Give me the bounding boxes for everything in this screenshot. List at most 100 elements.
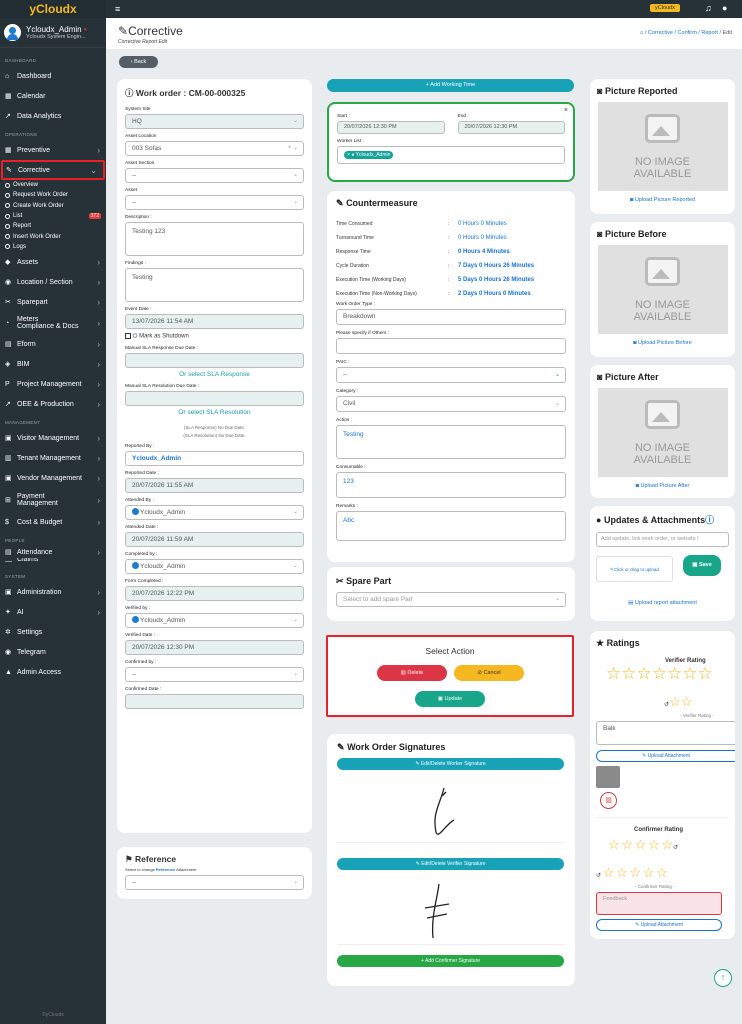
sub-item-overview[interactable]: Overview (0, 180, 106, 190)
star-outline-icon[interactable]: ☆ (635, 837, 647, 852)
ycloudx-badge[interactable]: yCloudx (650, 4, 680, 12)
star-outline-icon[interactable]: ☆ (629, 865, 641, 880)
verifier-stars-secondary[interactable]: ↺☆☆ (664, 694, 692, 710)
star-outline-icon[interactable]: ☆ (616, 865, 628, 880)
verified-date-input[interactable]: 20/07/2026 12:30 PM (125, 639, 304, 655)
reset-icon[interactable]: ↺ (596, 873, 601, 879)
star-outline-icon[interactable]: ☆ (652, 664, 667, 683)
sub-item-logs[interactable]: Logs (0, 242, 106, 252)
sidebar-item-tenant[interactable]: ▥ Tenant Management › (0, 448, 106, 468)
breadcrumb-report[interactable]: Report (701, 30, 718, 36)
remarks-textarea[interactable]: Abc (336, 511, 566, 541)
sidebar-item-claims[interactable]: — Claims (0, 558, 106, 564)
star-outline-icon[interactable]: ☆ (667, 664, 682, 683)
breadcrumb-corrective[interactable]: Corrective (648, 30, 673, 36)
findings-textarea[interactable]: Testing (125, 268, 304, 302)
asset-location-select[interactable]: 003 Sofas × ⌄ (125, 141, 304, 156)
sidebar-item-location[interactable]: ◉ Location / Section › (0, 272, 106, 292)
sidebar-item-visitor[interactable]: ▣ Visitor Management › (0, 428, 106, 448)
upload-report-attachment-link[interactable]: ▤ Upload report attachment (590, 600, 735, 606)
feedback-input[interactable]: Feedback (596, 892, 722, 915)
delete-attachment-button[interactable]: ▥ (600, 792, 617, 809)
update-button[interactable]: ▣ Update (415, 691, 485, 707)
sla-resolution-link[interactable]: Or select SLA Resolution (125, 409, 304, 416)
description-textarea[interactable]: Testing 123 (125, 222, 304, 256)
scroll-to-top-button[interactable]: ↑ (714, 969, 732, 987)
start-input[interactable]: 20/07/2026 12:30 PM (337, 121, 445, 134)
star-outline-icon[interactable]: ☆ (621, 837, 633, 852)
star-outline-icon[interactable]: ☆ (681, 694, 693, 709)
verifier-stars[interactable]: ☆☆☆☆☆☆☆ (606, 664, 713, 684)
add-confirmer-signature-button[interactable]: + Add Confirmer Signature (337, 955, 564, 967)
end-input[interactable]: 20/07/2026 12:30 PM (457, 121, 565, 134)
sidebar-item-settings[interactable]: ✲ Settings (0, 622, 106, 642)
upload-picture-after-link[interactable]: ◙ Upload Picture After (597, 483, 728, 489)
sidebar-item-data-analytics[interactable]: ↗ Data Analytics (0, 106, 106, 126)
wo-type-input[interactable]: Breakdown (336, 309, 566, 325)
sidebar-item-dashboard[interactable]: ⌂ Dashboard (0, 66, 106, 86)
consumable-textarea[interactable]: 123 (336, 472, 566, 498)
sidebar-item-oee[interactable]: ↗ OEE & Production › (0, 394, 106, 414)
delete-button[interactable]: ▥ Delete (377, 665, 447, 681)
sidebar-item-meters[interactable]: ◔ Meters Compliance & Docs › (0, 312, 106, 334)
worker-chip[interactable]: × ● Ycloudx_Admin (344, 151, 394, 159)
star-outline-icon[interactable]: ☆ (682, 664, 697, 683)
bell-icon[interactable]: ♫ (705, 3, 712, 13)
asset-section-select[interactable]: -- ⌄ (125, 168, 304, 183)
verifier-upload-attachment-button[interactable]: ✎ Upload Attachment (596, 750, 735, 762)
user-panel[interactable]: Ycloudx_Admin • Ycloudx System Engin... (0, 18, 106, 48)
sidebar-item-payment[interactable]: ⊞ Payment Management › (0, 488, 106, 512)
add-working-time-button[interactable]: + Add Working Time (327, 79, 574, 92)
reported-by-input[interactable]: Ycloudx_Admin (125, 450, 304, 466)
edit-worker-signature-button[interactable]: ✎ Edit/Delete Worker Signature (337, 758, 564, 770)
form-completed-input[interactable]: 20/07/2026 12:22 PM (125, 585, 304, 601)
action-textarea[interactable]: Testing (336, 425, 566, 459)
sub-item-list[interactable]: List 372 (0, 211, 106, 221)
paic-select[interactable]: -- ⌄ (336, 367, 566, 383)
star-outline-icon[interactable]: ☆ (661, 837, 673, 852)
sidebar-item-sparepart[interactable]: ✂ Sparepart › (0, 292, 106, 312)
upload-dropzone[interactable]: ✎Click or drag to upload (596, 556, 673, 582)
sidebar-item-attendance[interactable]: ▤ Attendance › (0, 546, 106, 558)
star-outline-icon[interactable]: ☆ (603, 865, 615, 880)
sidebar-item-project-management[interactable]: P Project Management › (0, 374, 106, 394)
user-icon[interactable]: ● (722, 3, 727, 13)
breadcrumb-confirm[interactable]: Confirm (678, 30, 697, 36)
attachment-thumbnail[interactable] (596, 766, 620, 788)
sidebar-item-bim[interactable]: ◈ BIM › (0, 354, 106, 374)
sub-item-insert-work-order[interactable]: Insert Work Order (0, 231, 106, 241)
verified-by-select[interactable]: Ycloudx_Admin ⌄ (125, 612, 304, 628)
sidebar-item-vendor[interactable]: ▣ Vendor Management › (0, 468, 106, 488)
star-outline-icon[interactable]: ☆ (656, 865, 668, 880)
star-outline-icon[interactable]: ☆ (621, 664, 636, 683)
update-input[interactable]: Add update, link work order, or website … (596, 532, 729, 547)
sidebar-item-telegram[interactable]: ◉ Telegram (0, 642, 106, 662)
sidebar-item-calendar[interactable]: ▦ Calendar (0, 86, 106, 106)
event-date-input[interactable]: 13/07/2026 11:54 AM (125, 314, 304, 329)
sla-response-input[interactable] (125, 352, 304, 368)
sidebar-item-administration[interactable]: ▣ Administration › (0, 582, 106, 602)
brand-logo[interactable]: yCloudx (0, 0, 106, 18)
reference-select[interactable]: -- ⌄ (125, 875, 304, 890)
sub-item-request-work-order[interactable]: Request Work Order (0, 190, 106, 200)
sidebar-item-cost-budget[interactable]: $ Cost & Budget › (0, 512, 106, 532)
sla-resolution-input[interactable] (125, 390, 304, 406)
confirmed-date-input[interactable] (125, 693, 304, 709)
cancel-button[interactable]: ⊘ Cancel (454, 665, 524, 681)
sla-response-link[interactable]: Or select SLA Response (125, 371, 304, 378)
asset-select[interactable]: -- ⌄ (125, 195, 304, 210)
home-icon[interactable]: ⌂ (640, 30, 643, 36)
confirmer-stars[interactable]: ☆ ☆ ☆ ☆ ☆↺ (608, 837, 678, 853)
completed-by-select[interactable]: Ycloudx_Admin ⌄ (125, 558, 304, 574)
sidebar-item-eform[interactable]: ▤ Eform › (0, 334, 106, 354)
spare-part-select[interactable]: Select to add spare Part ⌄ (336, 592, 566, 607)
system-site-select[interactable]: HQ ⌄ (125, 114, 304, 129)
confirmer-upload-attachment-button[interactable]: ✎ Upload Attachment (596, 919, 722, 931)
sidebar-item-corrective[interactable]: ✎ Corrective ⌄ (1, 160, 105, 180)
worker-list-input[interactable]: × ● Ycloudx_Admin (337, 146, 565, 164)
sidebar-item-admin-access[interactable]: ▲ Admin Access (0, 662, 106, 682)
sub-item-create-work-order[interactable]: Create Work Order (0, 201, 106, 211)
category-select[interactable]: Civil ⌄ (336, 396, 566, 412)
specify-input[interactable] (336, 338, 566, 354)
sub-item-report[interactable]: Report (0, 221, 106, 231)
